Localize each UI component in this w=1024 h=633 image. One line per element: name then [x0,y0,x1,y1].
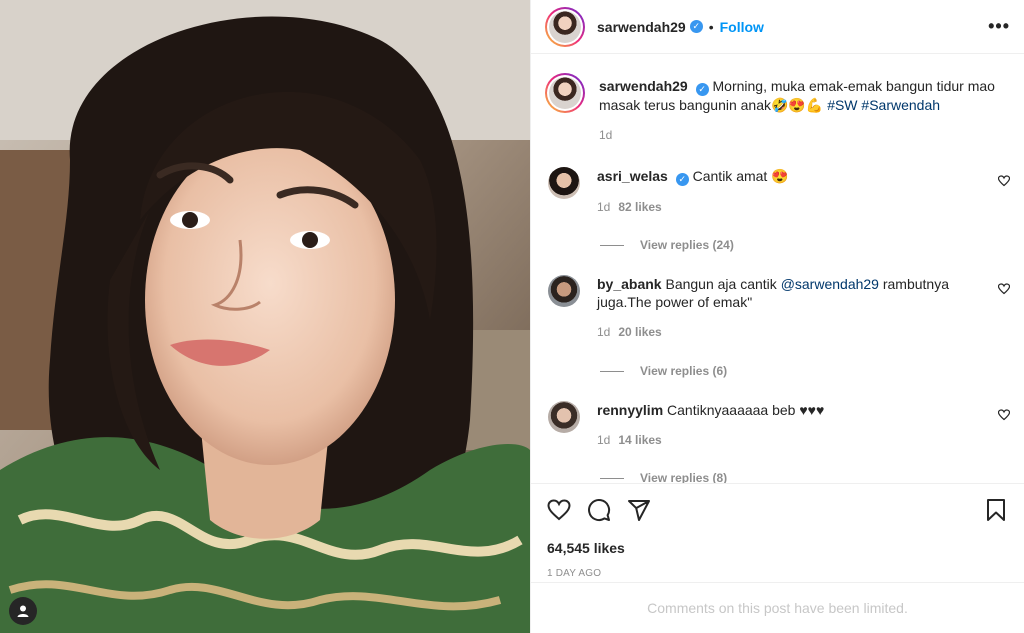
tag-user-icon [17,605,29,617]
more-options-icon[interactable]: ••• [988,16,1010,37]
likes-count[interactable]: 64,545 likes [547,540,1008,556]
heart-icon[interactable] [547,498,571,522]
selfie-image [0,0,530,633]
caption-text: sarwendah29 ✓ Morning, muka emak-emak ba… [599,73,999,114]
post-header: sarwendah29 ✓ • Follow ••• [531,0,1024,54]
comment-likes[interactable]: 20 likes [618,325,661,339]
view-replies-button[interactable]: View replies (6) [600,364,727,378]
comment-time[interactable]: 1d [597,433,610,447]
comment-time[interactable]: 1d [597,325,610,339]
comment-item: by_abank Bangun aja cantik @sarwendah29 … [545,275,1010,339]
comment-item: asri_welas ✓ Cantik amat 😍 1d 82 likes [545,167,1010,214]
view-replies-label: View replies (8) [640,471,728,483]
caption: sarwendah29 ✓ Morning, muka emak-emak ba… [531,55,1024,142]
caption-avatar[interactable] [545,73,585,113]
post-photo[interactable] [0,0,530,633]
heart-icon[interactable] [998,283,1010,295]
verified-icon: ✓ [695,83,709,96]
comments-limited-notice: Comments on this post have been limited. [531,582,1024,633]
caption-time[interactable]: 1d [599,128,999,142]
comment-avatar[interactable] [548,401,580,433]
comment-likes[interactable]: 82 likes [618,200,661,214]
comment-avatar[interactable] [548,275,580,307]
verified-icon: ✓ [689,20,703,33]
comment-username[interactable]: rennyylim [597,402,663,418]
verified-icon: ✓ [675,173,689,186]
view-replies-label: View replies (6) [640,364,728,378]
comment-username[interactable]: by_abank [597,276,662,292]
post-panel: sarwendah29 ✓ • Follow ••• sarwendah29 ✓… [530,0,1024,633]
comment-icon[interactable] [587,498,611,522]
separator-dot: • [708,18,714,35]
post-actions: 64,545 likes 1 DAY AGO [531,483,1024,582]
heart-icon[interactable] [998,175,1010,187]
follow-button[interactable]: Follow [720,19,764,35]
view-replies-button[interactable]: View replies (24) [600,238,734,252]
comment-text: Cantiknyaaaaaa beb ♥♥♥ [667,402,825,418]
comment-username[interactable]: asri_welas [597,168,668,184]
comment-item: rennyylim Cantiknyaaaaaa beb ♥♥♥ 1d 14 li… [545,401,1010,447]
heart-icon[interactable] [998,409,1010,421]
author-username[interactable]: sarwendah29 [597,19,686,35]
comment-mention[interactable]: @sarwendah29 [781,276,879,292]
caption-username[interactable]: sarwendah29 [599,78,688,94]
view-replies-button[interactable]: View replies (8) [600,471,727,483]
author-avatar[interactable] [545,6,585,47]
comment-text: Cantik amat 😍 [692,168,789,184]
comments-list[interactable]: sarwendah29 ✓ Morning, muka emak-emak ba… [531,55,1024,483]
view-replies-label: View replies (24) [640,238,734,252]
comment-time[interactable]: 1d [597,200,610,214]
tag-user-button[interactable] [9,597,37,625]
bookmark-icon[interactable] [984,498,1008,522]
comment-text: Bangun aja cantik [665,276,781,292]
comment-likes[interactable]: 14 likes [618,433,661,447]
comment-avatar[interactable] [548,167,580,199]
share-icon[interactable] [627,498,651,522]
caption-hashtags[interactable]: #SW #Sarwendah [827,97,940,113]
post-date[interactable]: 1 DAY AGO [547,568,1008,579]
